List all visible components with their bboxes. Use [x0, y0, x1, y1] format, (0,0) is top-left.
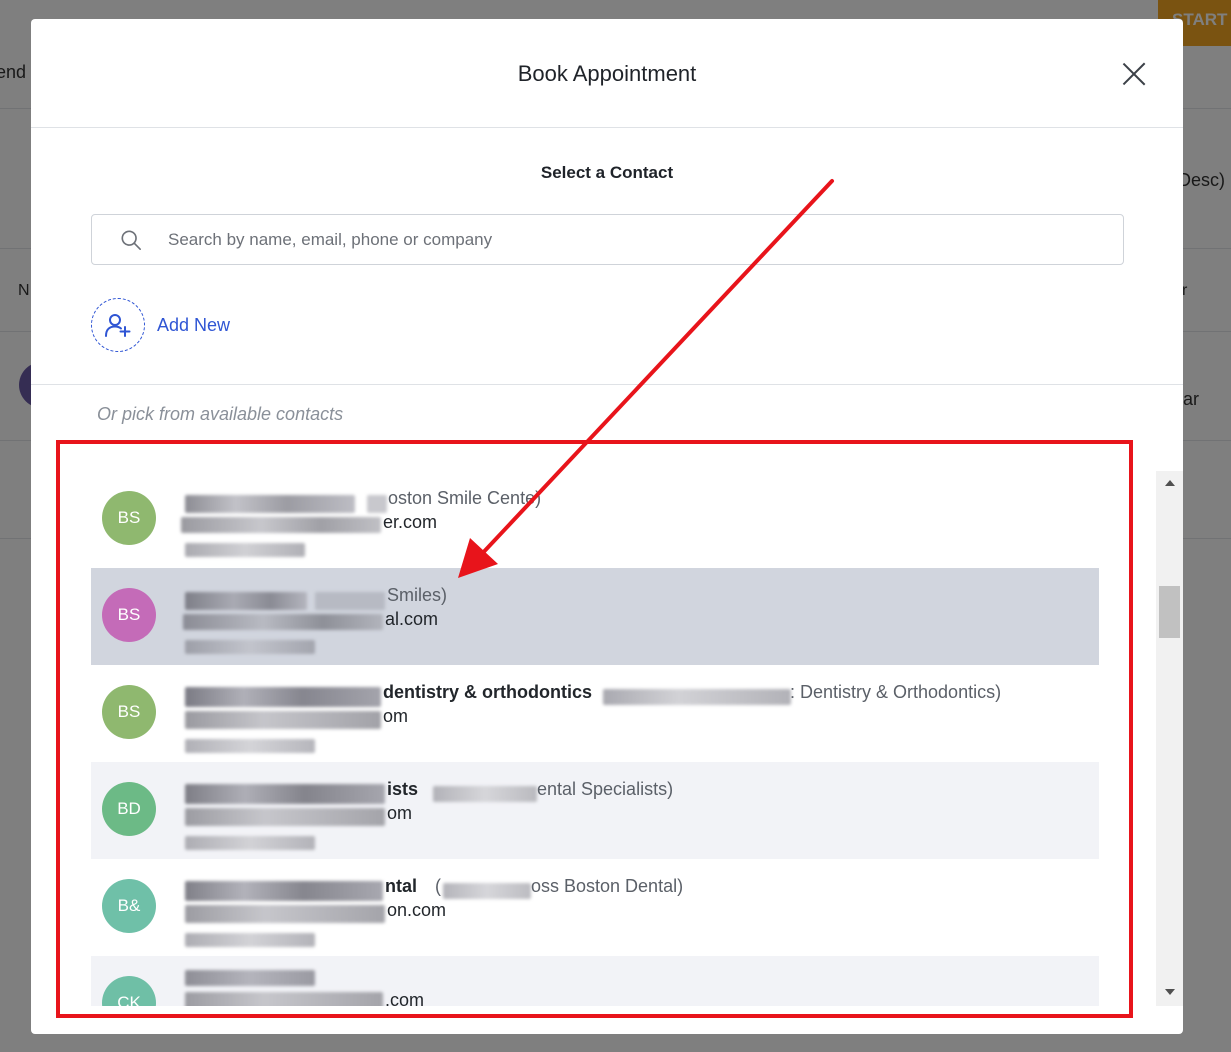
contact-name: dentistry & orthodontics	[383, 682, 593, 702]
contact-row[interactable]: CK .com	[91, 956, 1099, 1006]
contact-row-selected[interactable]: BS Smiles) al.com	[91, 568, 1099, 665]
add-new-button[interactable]: Add New	[91, 298, 230, 352]
divider	[31, 384, 1183, 385]
scroll-down-icon[interactable]	[1165, 989, 1175, 995]
scroll-up-icon[interactable]	[1165, 480, 1175, 486]
contact-email: om	[383, 706, 409, 726]
scroll-thumb[interactable]	[1159, 586, 1180, 638]
contact-list-scrollbar[interactable]	[1156, 471, 1183, 1006]
contact-email: on.com	[387, 900, 447, 920]
select-contact-label: Select a Contact	[540, 163, 674, 182]
search-input[interactable]	[168, 215, 1108, 264]
contact-company: ental Specialists)	[537, 779, 674, 799]
contact-list: BS oston Smile Cente) er.com BS Smiles) …	[91, 471, 1099, 1006]
contact-avatar: BS	[102, 588, 156, 642]
add-user-icon	[91, 298, 145, 352]
search-box[interactable]	[91, 214, 1124, 265]
contact-row[interactable]: BD ists ental Specialists) om	[91, 762, 1099, 859]
contact-company: Smiles)	[387, 585, 448, 605]
contact-avatar: BD	[102, 782, 156, 836]
contact-email: om	[387, 803, 413, 823]
contact-avatar: CK	[102, 976, 156, 1006]
close-icon[interactable]	[1121, 61, 1147, 87]
contact-company: oston Smile Cente)	[388, 488, 542, 508]
contact-row[interactable]: B& ntal ( oss Boston Dental) on.com	[91, 859, 1099, 956]
add-new-label: Add New	[157, 314, 231, 335]
contact-name: ntal	[385, 876, 418, 896]
contact-row[interactable]: BS dentistry & orthodontics : Dentistry …	[91, 665, 1099, 762]
contact-company: : Dentistry & Orthodontics)	[790, 682, 1002, 702]
book-appointment-modal: Book Appointment Select a Contact Add Ne…	[31, 19, 1183, 1034]
contact-company: oss Boston Dental)	[531, 876, 684, 896]
contact-avatar: B&	[102, 879, 156, 933]
contact-email: al.com	[385, 609, 439, 629]
contact-email: .com	[385, 990, 425, 1006]
pick-contacts-label: Or pick from available contacts	[97, 404, 344, 424]
modal-title: Book Appointment	[517, 61, 697, 86]
search-icon	[121, 230, 141, 250]
contact-avatar: BS	[102, 491, 156, 545]
contact-avatar: BS	[102, 685, 156, 739]
modal-header: Book Appointment	[31, 19, 1183, 128]
contact-email: er.com	[383, 512, 438, 532]
contact-company-prefix: (	[435, 876, 441, 896]
contact-name: ists	[387, 779, 419, 799]
contact-row[interactable]: BS oston Smile Cente) er.com	[91, 471, 1099, 568]
